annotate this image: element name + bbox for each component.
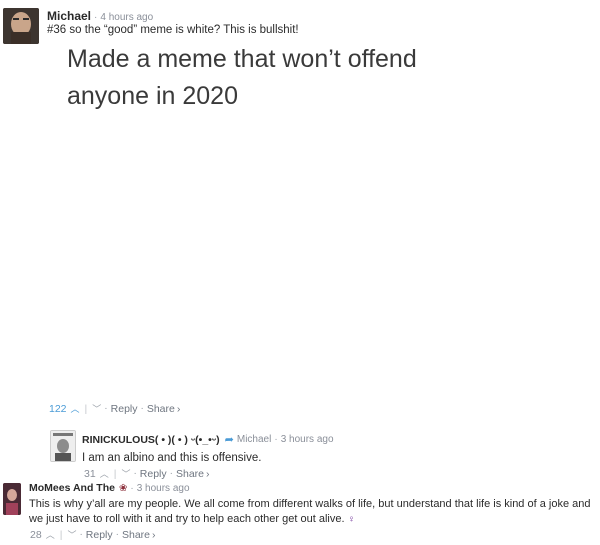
divider: | [84,402,88,415]
user-photo-icon [3,483,21,515]
divider: | [59,528,63,541]
flower-emoji-icon: ❀ [118,482,128,494]
chevron-right-icon: › [206,467,210,480]
user-photo-icon [51,431,75,461]
chevron-right-icon: › [176,402,181,415]
downvote-icon[interactable]: ﹀ [92,402,101,415]
separator-dot: · [140,403,144,414]
reply-button[interactable]: Reply [111,403,138,415]
meme-caption-line-1: Made a meme that won’t offend [67,45,417,73]
separator-dot: · [274,434,278,445]
separator-dot: · [115,529,119,540]
downvote-icon[interactable]: ﹀ [121,467,130,480]
divider: | [113,467,117,480]
comment-actions: 122 ︿ | ﹀ · Reply · Share › [49,402,180,415]
share-button[interactable]: Share [176,468,204,480]
comment-header: MoMees And The ❀ · 3 hours ago [29,482,190,494]
reply-button[interactable]: Reply [86,529,113,541]
avatar[interactable] [3,8,39,44]
comment-header: RINICKULOUS( • )( • ) ᵕ(•_•ᵕ) ➦ Michael … [82,433,334,447]
separator-dot: · [133,468,137,479]
separator-dot: · [169,468,173,479]
comment-timestamp[interactable]: 3 hours ago [137,483,190,494]
upvote-icon[interactable]: ︿ [100,467,109,480]
comment-text: #36 so the “good” meme is white? This is… [47,24,299,36]
reply-button[interactable]: Reply [140,468,167,480]
separator-dot: · [79,529,83,540]
woman-emoji-icon: ♀ [347,514,356,525]
comment-author[interactable]: MoMees And The [29,482,115,494]
comment-text: I am an albino and this is offensive. [82,452,262,464]
comment-actions: 28 ︿ | ﹀ · Reply · Share › [30,528,156,541]
comment-text: This is why y’all are my people. We all … [29,497,599,527]
reply-to-user[interactable]: Michael [237,434,271,445]
upvote-icon[interactable]: ︿ [46,528,55,541]
separator-dot: · [130,482,134,494]
comment-author[interactable]: RINICKULOUS( • )( • ) ᵕ(•_•ᵕ) [82,434,220,446]
comment-text-body: This is why y’all are my people. We all … [29,498,591,525]
separator-dot: · [104,403,108,414]
comment-author[interactable]: Michael [47,9,91,23]
upvote-count: 122 [49,402,67,415]
avatar[interactable] [50,430,76,462]
avatar[interactable] [3,483,21,515]
upvote-count: 31 [84,467,96,480]
share-button[interactable]: Share [122,529,150,541]
user-photo-icon [3,8,39,44]
upvote-count: 28 [30,528,42,541]
share-button[interactable]: Share [147,403,175,415]
meme-caption-line-2: anyone in 2020 [67,82,238,110]
comment-actions: 31 ︿ | ﹀ · Reply · Share › [84,467,210,480]
reply-arrow-icon: ➦ [224,434,234,446]
comment-timestamp[interactable]: 3 hours ago [281,434,334,445]
upvote-icon[interactable]: ︿ [71,402,80,415]
meme-image[interactable]: Made a meme that won’t offend anyone in … [47,38,447,393]
downvote-icon[interactable]: ﹀ [67,528,76,541]
chevron-right-icon: › [152,528,156,541]
